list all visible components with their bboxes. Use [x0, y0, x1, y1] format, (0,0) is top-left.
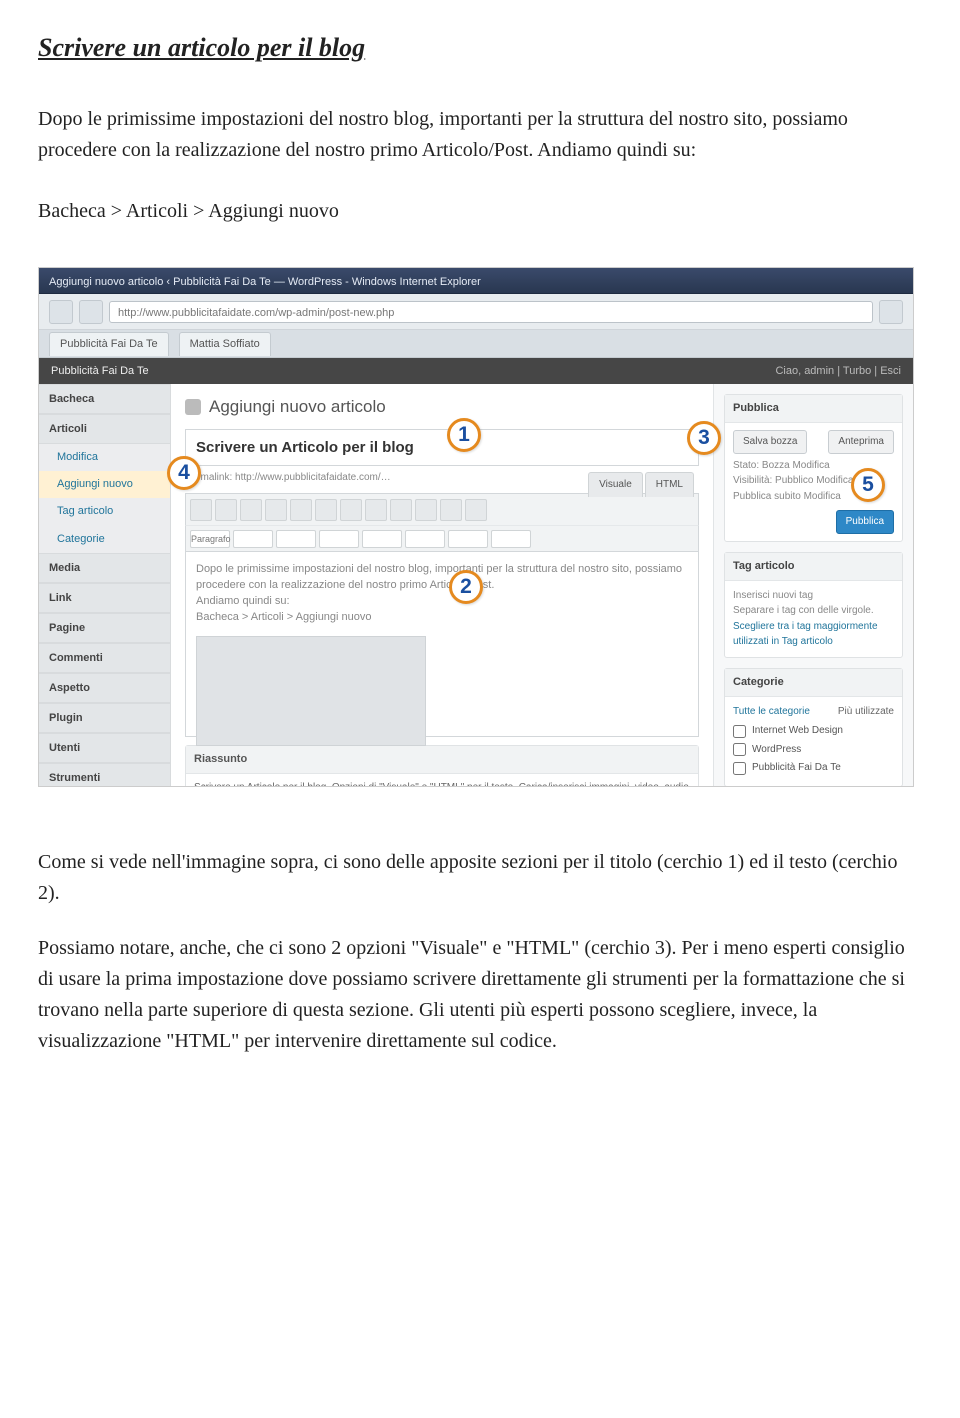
breadcrumb-path: Bacheca > Articoli > Aggiungi nuovo: [38, 196, 922, 227]
toolbar-icon: [265, 499, 287, 521]
cat-tab-most-used: Più utilizzate: [838, 704, 894, 720]
cat-label: Pubblicità Fai Da Te: [752, 760, 841, 776]
sidebar-item-plugins: Plugin: [39, 703, 170, 733]
browser-titlebar: Aggiungi nuovo articolo ‹ Pubblicità Fai…: [39, 268, 913, 294]
toolbar-icon: [190, 499, 212, 521]
nav-back-icon: [49, 300, 73, 324]
editor-tab-visual: Visuale: [588, 472, 643, 497]
toolbar-icon: [491, 530, 531, 548]
tag-input-label: Inserisci nuovi tag: [733, 588, 894, 604]
refresh-icon: [879, 300, 903, 324]
toolbar-icon: [362, 530, 402, 548]
toolbar-icon: [319, 530, 359, 548]
toolbar-icon: [405, 530, 445, 548]
sidebar-item-tools: Strumenti: [39, 763, 170, 787]
toolbar-icon: [390, 499, 412, 521]
body-paragraph: Come si vede nell'immagine sopra, ci son…: [38, 847, 922, 909]
sidebar-item-pages: Pagine: [39, 613, 170, 643]
sidebar-subitem: Categorie: [39, 526, 170, 553]
publish-heading: Pubblica: [725, 395, 902, 423]
tag-choose-link: Scegliere tra i tag maggiormente utilizz…: [733, 619, 894, 650]
publish-button: Pubblica: [836, 510, 894, 534]
wp-main-area: Aggiungi nuovo articolo Scrivere un Arti…: [171, 384, 713, 786]
post-title-input: Scrivere un Articolo per il blog: [185, 429, 699, 466]
editor-toolbar: Visuale HTML: [185, 493, 699, 525]
editor-toolbar-row2: Paragrafo: [185, 525, 699, 551]
toolbar-icon: [440, 499, 462, 521]
browser-tab: Pubblicità Fai Da Te: [49, 332, 169, 356]
paragraph-select: Paragrafo: [190, 530, 230, 548]
sidebar-item-dashboard: Bacheca: [39, 384, 170, 414]
url-field: http://www.pubblicitafaidate.com/wp-admi…: [109, 301, 873, 323]
wp-right-panels: Pubblica Salva bozza Anteprima Stato: Bo…: [713, 384, 913, 786]
admin-greeting: Ciao, admin | Turbo | Esci: [775, 363, 901, 380]
toolbar-icon: [315, 499, 337, 521]
sidebar-item-users: Utenti: [39, 733, 170, 763]
excerpt-body: Scrivere un Articolo per il blog. Opzion…: [186, 774, 698, 787]
site-name: Pubblicità Fai Da Te: [51, 363, 149, 380]
cat-checkbox: [733, 743, 746, 756]
intro-paragraph: Dopo le primissime impostazioni del nost…: [38, 104, 922, 166]
nav-forward-icon: [79, 300, 103, 324]
sidebar-item-appearance: Aspetto: [39, 673, 170, 703]
cat-label: WordPress: [752, 742, 801, 758]
toolbar-icon: [465, 499, 487, 521]
wordpress-screenshot: Aggiungi nuovo articolo ‹ Pubblicità Fai…: [38, 267, 914, 787]
toolbar-icon: [290, 499, 312, 521]
preview-button: Anteprima: [828, 430, 894, 454]
tags-panel: Tag articolo Inserisci nuovi tag Separar…: [724, 552, 903, 658]
browser-tab: Mattia Soffiato: [179, 332, 271, 356]
wp-sidebar: Bacheca Articoli Modifica Aggiungi nuovo…: [39, 384, 171, 786]
excerpt-section: Riassunto Scrivere un Articolo per il bl…: [185, 745, 699, 787]
toolbar-icon: [448, 530, 488, 548]
cat-checkbox: [733, 762, 746, 775]
main-heading: Aggiungi nuovo articolo: [185, 394, 699, 420]
toolbar-icon: [240, 499, 262, 521]
editor-text: Bacheca > Articoli > Aggiungi nuovo: [196, 610, 688, 626]
cat-checkbox: [733, 725, 746, 738]
editor-text: Andiamo quindi su:: [196, 594, 688, 610]
tags-heading: Tag articolo: [725, 553, 902, 581]
sidebar-item-posts: Articoli: [39, 414, 170, 444]
page-title: Scrivere un articolo per il blog: [38, 28, 922, 68]
toolbar-icon: [365, 499, 387, 521]
editor-body: Dopo le primissime impostazioni del nost…: [185, 551, 699, 737]
toolbar-icon: [215, 499, 237, 521]
cat-tab-all: Tutte le categorie: [733, 704, 810, 720]
categories-heading: Categorie: [725, 669, 902, 697]
sidebar-item-comments: Commenti: [39, 643, 170, 673]
cat-label: Internet Web Design: [752, 723, 843, 739]
sidebar-item-media: Media: [39, 553, 170, 583]
editor-text: Dopo le primissime impostazioni del nost…: [196, 562, 688, 594]
pin-icon: [185, 399, 201, 415]
sidebar-subitem: Modifica: [39, 444, 170, 471]
sidebar-subitem: Tag articolo: [39, 498, 170, 525]
wp-admin-bar: Pubblicità Fai Da Te Ciao, admin | Turbo…: [39, 358, 913, 384]
toolbar-icon: [233, 530, 273, 548]
inserted-image-placeholder: [196, 636, 426, 746]
tag-hint: Separare i tag con delle virgole.: [733, 603, 894, 619]
sidebar-subitem-add-new: Aggiungi nuovo: [39, 471, 170, 498]
browser-tabs: Pubblicità Fai Da Te Mattia Soffiato: [39, 330, 913, 358]
save-draft-button: Salva bozza: [733, 430, 807, 454]
browser-toolbar: http://www.pubblicitafaidate.com/wp-admi…: [39, 294, 913, 330]
toolbar-icon: [340, 499, 362, 521]
categories-panel: Categorie Tutte le categorie Più utilizz…: [724, 668, 903, 787]
toolbar-icon: [415, 499, 437, 521]
publish-panel: Pubblica Salva bozza Anteprima Stato: Bo…: [724, 394, 903, 542]
sidebar-item-links: Link: [39, 583, 170, 613]
toolbar-icon: [276, 530, 316, 548]
body-paragraph: Possiamo notare, anche, che ci sono 2 op…: [38, 933, 922, 1057]
editor-tab-html: HTML: [645, 472, 694, 497]
excerpt-label: Riassunto: [186, 746, 698, 774]
